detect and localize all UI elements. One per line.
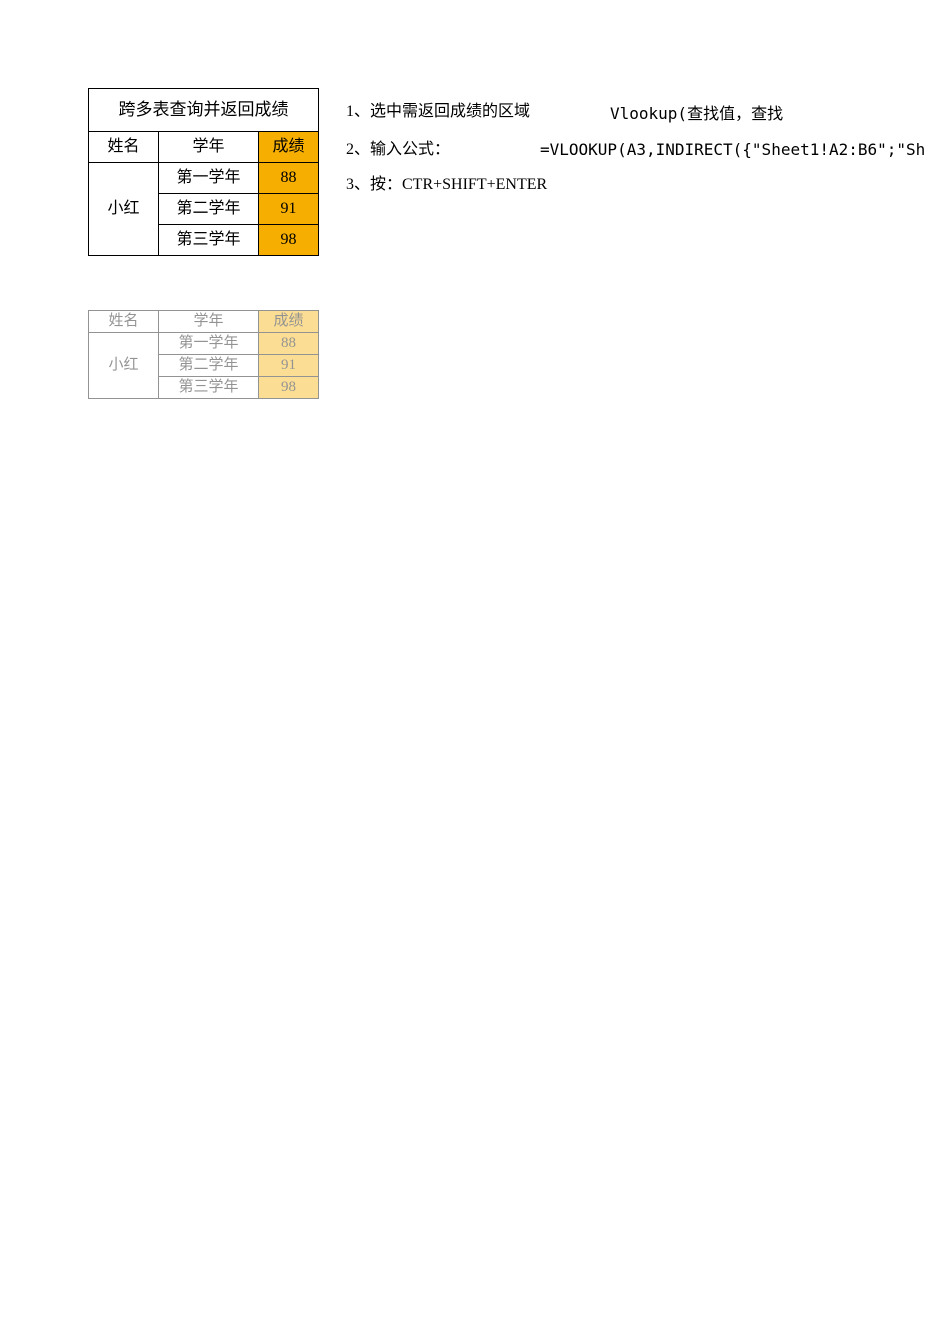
faded-table: 姓名 学年 成绩 小红 第一学年 88 第二学年 91 第三学年 98 xyxy=(88,310,319,399)
header-name: 姓名 xyxy=(89,132,159,163)
vlookup-hint: Vlookup(查找值，查找 xyxy=(610,100,783,124)
student-name: 小红 xyxy=(89,333,159,399)
instruction-1: 1、选中需返回成绩的区域 xyxy=(346,97,530,121)
student-name: 小红 xyxy=(89,163,159,256)
score-cell: 88 xyxy=(259,163,319,194)
header-score: 成绩 xyxy=(259,132,319,163)
header-score: 成绩 xyxy=(259,311,319,333)
year-cell: 第一学年 xyxy=(159,333,259,355)
year-cell: 第三学年 xyxy=(159,377,259,399)
year-cell: 第三学年 xyxy=(159,225,259,256)
score-cell: 88 xyxy=(259,333,319,355)
instruction-3: 3、按：CTR+SHIFT+ENTER xyxy=(346,170,547,194)
header-year: 学年 xyxy=(159,132,259,163)
score-cell: 98 xyxy=(259,377,319,399)
year-cell: 第二学年 xyxy=(159,194,259,225)
header-name: 姓名 xyxy=(89,311,159,333)
score-cell: 91 xyxy=(259,194,319,225)
main-table: 跨多表查询并返回成绩 姓名 学年 成绩 小红 第一学年 88 第二学年 91 第… xyxy=(88,88,319,256)
instruction-2: 2、输入公式： xyxy=(346,135,450,159)
table-title: 跨多表查询并返回成绩 xyxy=(89,89,319,132)
year-cell: 第二学年 xyxy=(159,355,259,377)
formula-text: =VLOOKUP(A3,INDIRECT({"Sheet1!A2:B6";"Sh xyxy=(540,140,925,159)
header-year: 学年 xyxy=(159,311,259,333)
year-cell: 第一学年 xyxy=(159,163,259,194)
score-cell: 98 xyxy=(259,225,319,256)
score-cell: 91 xyxy=(259,355,319,377)
